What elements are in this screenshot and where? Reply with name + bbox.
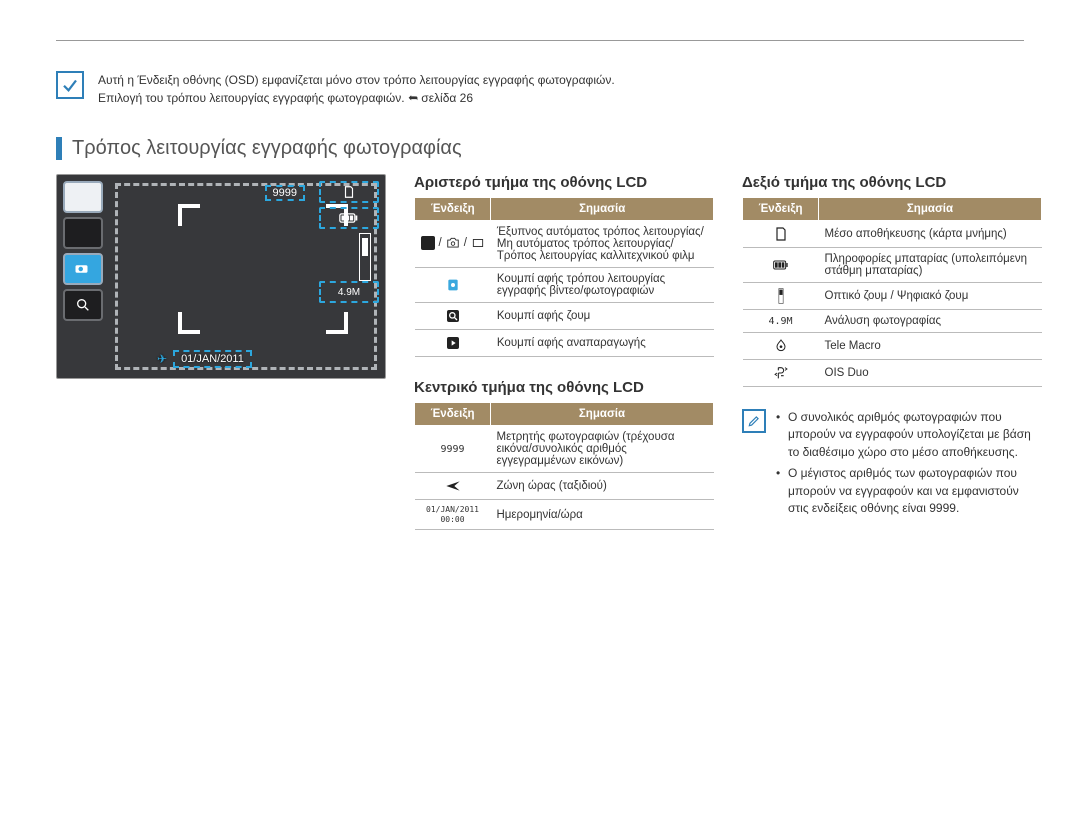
timezone-icon: [415, 473, 491, 500]
right-row6-meaning: OIS Duo: [819, 360, 1042, 387]
table-row: OIS Duo: [743, 360, 1042, 387]
top-note-line2b: σελίδα 26: [421, 91, 473, 105]
content-columns: 9999 4.9M ✈ 01/JAN/2011 Αριστερό τμήμα τ…: [56, 174, 1024, 552]
pencil-info-icon: [742, 409, 766, 433]
top-note-line2a: Επιλογή του τρόπου λειτουργίας εγγραφής …: [98, 91, 408, 105]
zoom-touch-icon: [415, 303, 491, 330]
tele-macro-icon: [743, 333, 819, 360]
ois-duo-icon: [743, 360, 819, 387]
lcd-zoom-button-icon: [63, 289, 103, 321]
left-row2-meaning: Κουμπί αφής τρόπου λειτουργίας εγγραφής …: [491, 268, 714, 303]
top-divider: [56, 40, 1024, 41]
table-row: 01/JAN/2011 00:00 Ημερομηνία/ώρα: [415, 500, 714, 530]
center-row2-meaning: Ζώνη ώρας (ταξιδιού): [491, 473, 714, 500]
left-row4-meaning: Κουμπί αφής αναπαραγωγής: [491, 330, 714, 357]
lcd-column: 9999 4.9M ✈ 01/JAN/2011: [56, 174, 386, 552]
photo-counter-indicator: 9999: [415, 426, 491, 473]
battery-icon: [743, 248, 819, 283]
table-row: Κουμπί αφής αναπαραγωγής: [415, 330, 714, 357]
table-row: Κουμπί αφής ζουμ: [415, 303, 714, 330]
top-info-box: Αυτή η Ένδειξη οθόνης (OSD) εμφανίζεται …: [56, 71, 1024, 107]
lcd-mock: 9999 4.9M ✈ 01/JAN/2011: [56, 174, 386, 379]
datetime-indicator: 01/JAN/2011 00:00: [415, 500, 491, 530]
right-row2-meaning: Πληροφορίες μπαταρίας (υπολειπόμενη στάθ…: [819, 248, 1042, 283]
lcd-battery-icon: [319, 207, 379, 229]
center-lcd-table: Ένδειξη Σημασία 9999 Μετρητής φωτογραφιώ…: [414, 402, 714, 530]
resolution-indicator: 4.9M: [743, 310, 819, 333]
right-row3-meaning: Οπτικό ζουμ / Ψηφιακό ζουμ: [819, 283, 1042, 310]
lcd-record-mode-icon: [63, 253, 103, 285]
right-th-indicator: Ένδειξη: [743, 198, 819, 221]
left-row3-meaning: Κουμπί αφής ζουμ: [491, 303, 714, 330]
left-table-heading: Αριστερό τμήμα της οθόνης LCD: [414, 174, 714, 191]
lcd-photo-counter: 9999: [265, 185, 305, 201]
table-row: Μέσο αποθήκευσης (κάρτα μνήμης): [743, 221, 1042, 248]
page-ref-arrow-icon: ➥: [408, 89, 418, 107]
left-row1-meaning: Έξυπνος αυτόματος τρόπος λειτουργίας/Μη …: [491, 221, 714, 268]
mode-square-icon: [421, 236, 435, 250]
lcd-sidebar: [63, 181, 103, 321]
table-row: Tele Macro: [743, 333, 1042, 360]
zoom-bar-icon: [743, 283, 819, 310]
top-info-text: Αυτή η Ένδειξη οθόνης (OSD) εμφανίζεται …: [98, 71, 615, 107]
left-th-meaning: Σημασία: [491, 198, 714, 221]
mode-icons-cell: / /: [415, 221, 491, 268]
right-note-box: Ο συνολικός αριθμός φωτογραφιών που μπορ…: [742, 409, 1042, 521]
table-row: Ζώνη ώρας (ταξιδιού): [415, 473, 714, 500]
lcd-date-overlay: 01/JAN/2011: [173, 350, 252, 368]
middle-column: Αριστερό τμήμα της οθόνης LCD Ένδειξη Ση…: [414, 174, 714, 552]
lcd-resolution-badge: 4.9M: [319, 281, 379, 303]
right-row4-meaning: Ανάλυση φωτογραφίας: [819, 310, 1042, 333]
right-th-meaning: Σημασία: [819, 198, 1042, 221]
top-note-line1: Αυτή η Ένδειξη οθόνης (OSD) εμφανίζεται …: [98, 73, 615, 87]
right-row1-meaning: Μέσο αποθήκευσης (κάρτα μνήμης): [819, 221, 1042, 248]
table-row: Πληροφορίες μπαταρίας (υπολειπόμενη στάθ…: [743, 248, 1042, 283]
lcd-mode-smart-icon: [63, 181, 103, 213]
table-row: 4.9M Ανάλυση φωτογραφίας: [743, 310, 1042, 333]
center-th-meaning: Σημασία: [491, 403, 714, 426]
center-row1-meaning: Μετρητής φωτογραφιών (τρέχουσα εικόνα/συ…: [491, 426, 714, 473]
center-row3-meaning: Ημερομηνία/ώρα: [491, 500, 714, 530]
check-info-icon: [56, 71, 84, 99]
note-item-2: Ο μέγιστος αριθμός των φωτογραφιών που μ…: [776, 465, 1042, 517]
lcd-zoom-bar-icon: [359, 233, 371, 281]
left-th-indicator: Ένδειξη: [415, 198, 491, 221]
mode-camera-icon: [446, 236, 460, 250]
right-note-text: Ο συνολικός αριθμός φωτογραφιών που μπορ…: [776, 409, 1042, 521]
right-table-heading: Δεξιό τμήμα της οθόνης LCD: [742, 174, 1042, 191]
center-th-indicator: Ένδειξη: [415, 403, 491, 426]
lcd-right-strip: 4.9M: [319, 181, 379, 307]
mode-film-icon: [471, 236, 485, 250]
section-title: Τρόπος λειτουργίας εγγραφής φωτογραφίας: [56, 137, 1024, 160]
right-column: Δεξιό τμήμα της οθόνης LCD Ένδειξη Σημασ…: [742, 174, 1042, 552]
right-lcd-table: Ένδειξη Σημασία Μέσο αποθήκευσης (κάρτα …: [742, 197, 1042, 387]
right-row5-meaning: Tele Macro: [819, 333, 1042, 360]
note-item-1: Ο συνολικός αριθμός φωτογραφιών που μπορ…: [776, 409, 1042, 461]
table-row: Οπτικό ζουμ / Ψηφιακό ζουμ: [743, 283, 1042, 310]
lcd-mode-manual-icon: [63, 217, 103, 249]
memory-card-icon: [743, 221, 819, 248]
record-mode-touch-icon: [415, 268, 491, 303]
lcd-timezone-icon: ✈: [157, 352, 167, 366]
playback-touch-icon: [415, 330, 491, 357]
lcd-memory-card-icon: [319, 181, 379, 203]
table-row: 9999 Μετρητής φωτογραφιών (τρέχουσα εικό…: [415, 426, 714, 473]
table-row: / / Έξυπνος αυτόματος τρόπος λειτουργίας…: [415, 221, 714, 268]
center-table-heading: Κεντρικό τμήμα της οθόνης LCD: [414, 379, 714, 396]
lcd-bottom-overlay: ✈ 01/JAN/2011: [157, 350, 252, 368]
table-row: Κουμπί αφής τρόπου λειτουργίας εγγραφής …: [415, 268, 714, 303]
left-lcd-table: Ένδειξη Σημασία / / Έξυπνος αυτόματος τρ…: [414, 197, 714, 357]
